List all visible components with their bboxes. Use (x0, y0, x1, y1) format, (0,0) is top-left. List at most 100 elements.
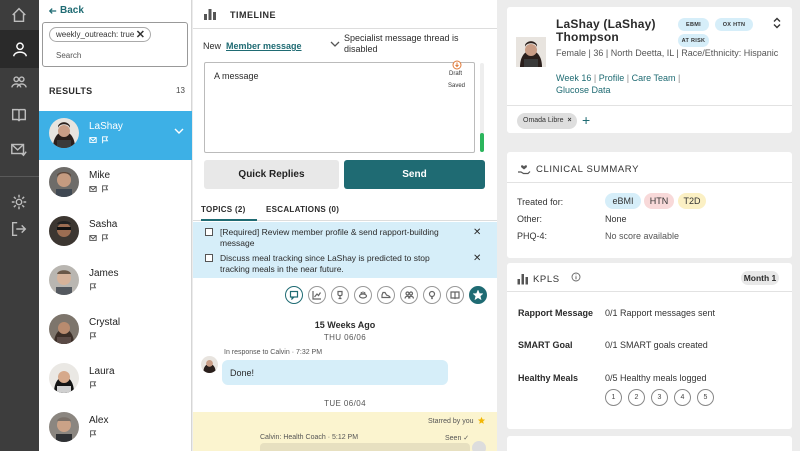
avatar (49, 216, 79, 246)
member-list-item[interactable]: Alex (39, 405, 192, 451)
close-icon[interactable]: ✕ (473, 253, 481, 264)
book-icon (450, 291, 460, 300)
trends-filter-button[interactable] (308, 286, 326, 304)
expand-collapse-icon[interactable] (772, 17, 782, 29)
home-icon[interactable] (8, 4, 30, 26)
tab-topics[interactable]: TOPICS (2) (201, 205, 246, 214)
chat-icon (289, 290, 299, 300)
timeline-panel: TIMELINE New Member message Specialist m… (193, 0, 497, 451)
lessons-filter-button[interactable] (446, 286, 464, 304)
member-list-item[interactable]: Mike (39, 160, 192, 209)
avatar (49, 265, 79, 295)
link-separator: | (678, 73, 681, 83)
awards-filter-button[interactable] (331, 286, 349, 304)
divider (507, 291, 792, 292)
star-icon (473, 290, 483, 300)
message-bubble[interactable] (260, 443, 470, 451)
group-icon[interactable] (8, 71, 30, 93)
link-separator: | (626, 73, 630, 83)
topic-checkbox[interactable] (205, 254, 213, 262)
add-device-button[interactable]: + (582, 112, 590, 128)
info-icon[interactable] (571, 272, 581, 282)
condition-badge-htn: HTN (644, 193, 674, 209)
member-name: Alex (89, 415, 109, 426)
message-text: A message (214, 71, 259, 81)
close-icon[interactable]: × (567, 117, 571, 124)
member-demographics: Female | 36 | North Deetta, IL | Race/Et… (556, 48, 779, 58)
member-name: Laura (89, 366, 115, 377)
star-icon[interactable] (477, 416, 486, 425)
quick-replies-button[interactable]: Quick Replies (204, 160, 339, 189)
healthy-meals-counter: 1 2 3 4 5 (605, 389, 714, 406)
active-tab-underline (201, 219, 257, 221)
saved-label: Saved (448, 83, 466, 89)
avatar (49, 412, 79, 442)
care-team-link[interactable]: Care Team (632, 73, 676, 83)
member-icon[interactable] (0, 30, 39, 68)
bar-chart-icon (517, 274, 528, 285)
topic-checkbox[interactable] (205, 228, 213, 236)
profile-link[interactable]: Profile (599, 73, 625, 83)
member-list-item[interactable]: LaShay (39, 111, 192, 160)
people-filter-button[interactable] (400, 286, 418, 304)
starred-filter-button[interactable] (469, 286, 487, 304)
meal-count-1[interactable]: 1 (605, 389, 622, 406)
messages-filter-button[interactable] (285, 286, 303, 304)
treated-for-label: Treated for: (517, 197, 564, 207)
tips-filter-button[interactable] (423, 286, 441, 304)
divider (507, 105, 792, 106)
chevron-down-icon[interactable] (174, 127, 184, 135)
back-link[interactable]: Back (49, 5, 84, 16)
device-label: Omada Libre (523, 117, 564, 124)
logout-icon[interactable] (8, 218, 30, 240)
scrollbar-thumb[interactable] (480, 133, 484, 152)
flag-icon (90, 381, 97, 389)
month-badge[interactable]: Month 1 (741, 271, 779, 285)
member-detail-panel: LaShay (LaShay) Thompson EBMI OX HTN AT … (497, 0, 800, 451)
settings-gear-icon[interactable] (8, 191, 30, 213)
close-icon[interactable]: ✕ (136, 28, 145, 41)
clinical-summary-card: CLINICAL SUMMARY Treated for: eBMI HTN T… (507, 152, 792, 258)
meal-count-2[interactable]: 2 (628, 389, 645, 406)
kpls-title: KPLS (533, 274, 560, 285)
filter-chip[interactable]: weekly_outreach: true ✕ (49, 27, 151, 42)
close-icon[interactable]: ✕ (473, 227, 481, 238)
food-filter-button[interactable] (354, 286, 372, 304)
lightbulb-icon (428, 290, 436, 300)
flag-icon (102, 136, 109, 144)
book-icon[interactable] (8, 104, 30, 126)
member-name: LaShay (89, 121, 123, 132)
trophy-icon (337, 290, 343, 300)
starred-message-block: Starred by you Calvin: Health Coach · 5:… (193, 412, 497, 451)
link-separator: | (593, 73, 597, 83)
activity-filter-button[interactable] (377, 286, 395, 304)
chevron-down-icon[interactable] (330, 40, 340, 48)
search-input[interactable]: Search (56, 51, 81, 60)
member-name: Mike (89, 170, 111, 181)
status-badge: EBMI (678, 18, 709, 31)
week-link[interactable]: Week 16 (556, 73, 591, 83)
message-textarea[interactable]: A message Draft Saved (204, 60, 475, 153)
member-header-card: LaShay (LaShay) Thompson EBMI OX HTN AT … (507, 7, 792, 133)
mail-icon (89, 137, 97, 143)
member-list-item[interactable]: Crystal (39, 307, 192, 356)
message-type-select[interactable]: Member message (226, 41, 302, 51)
device-chip[interactable]: Omada Libre × (517, 113, 577, 129)
tab-escalations[interactable]: ESCALATIONS (0) (266, 205, 339, 214)
draft-icon (452, 60, 462, 70)
thread-status-note: Specialist message thread is disabled (344, 33, 459, 54)
filter-search-box[interactable]: weekly_outreach: true ✕ Search (42, 22, 188, 67)
member-list-item[interactable]: Sasha (39, 209, 192, 258)
meal-count-4[interactable]: 4 (674, 389, 691, 406)
meal-count-3[interactable]: 3 (651, 389, 668, 406)
mail-check-icon[interactable] (8, 138, 30, 160)
glucose-data-link[interactable]: Glucose Data (556, 85, 611, 95)
member-list-item[interactable]: Laura (39, 356, 192, 405)
member-full-name: LaShay (LaShay) Thompson (556, 17, 656, 44)
send-button[interactable]: Send (344, 160, 485, 189)
status-badge: AT RISK (678, 34, 709, 47)
member-list-item[interactable]: James (39, 258, 192, 307)
meal-count-5[interactable]: 5 (697, 389, 714, 406)
flag-icon (102, 185, 109, 193)
message-bubble[interactable]: Done! (222, 360, 448, 385)
